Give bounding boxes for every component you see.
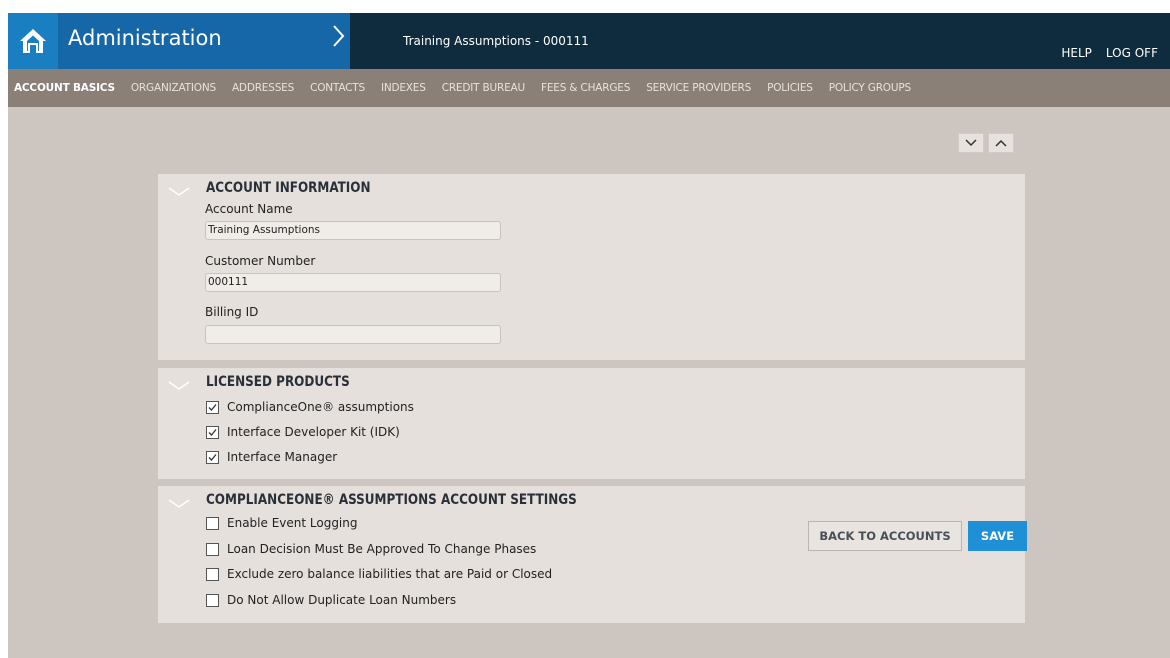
account-name-field[interactable]: Training Assumptions [205,221,501,240]
checkbox-label: Exclude zero balance liabilities that ar… [227,567,553,581]
collapse-controls [958,133,1014,153]
checkbox-label: ComplianceOne® assumptions [227,400,414,414]
setting-checkbox-row[interactable]: Exclude zero balance liabilities that ar… [206,567,552,581]
save-button[interactable]: SAVE [968,521,1027,551]
chevron-right-icon [332,21,346,58]
nav-tabs: ACCOUNT BASICS ORGANIZATIONS ADDRESSES C… [8,69,1170,107]
product-checkbox-row[interactable]: Interface Manager [206,450,337,464]
checkbox[interactable] [206,425,219,439]
checkmark-icon [208,453,217,461]
checkbox[interactable] [206,516,219,530]
setting-checkbox-row[interactable]: Loan Decision Must Be Approved To Change… [206,542,536,556]
panel-title: LICENSED PRODUCTS [206,374,350,390]
back-to-accounts-button[interactable]: BACK TO ACCOUNTS [808,521,962,551]
customer-number-label: Customer Number [205,254,316,268]
top-bar: Administration Training Assumptions - 00… [8,13,1170,69]
tab-policies[interactable]: POLICIES [759,82,821,94]
checkbox[interactable] [206,593,219,607]
tab-indexes[interactable]: INDEXES [373,82,434,94]
checkbox-label: Loan Decision Must Be Approved To Change… [227,542,537,556]
content-area: ACCOUNT INFORMATION Account Name Trainin… [8,107,1170,658]
checkbox-label: Do Not Allow Duplicate Loan Numbers [227,593,457,607]
tab-addresses[interactable]: ADDRESSES [224,82,302,94]
customer-number-field[interactable]: 000111 [205,273,501,292]
tab-contacts[interactable]: CONTACTS [302,82,373,94]
account-name-label: Account Name [205,202,293,216]
account-settings-panel: COMPLIANCEONE® ASSUMPTIONS ACCOUNT SETTI… [158,486,1025,623]
collapse-all-button[interactable] [988,133,1014,153]
breadcrumb-title: Training Assumptions - 000111 [403,34,589,48]
panel-toggle-button[interactable] [168,376,190,395]
tab-credit-bureau[interactable]: CREDIT BUREAU [434,82,533,94]
chevron-down-icon [168,187,190,196]
tab-fees-charges[interactable]: FEES & CHARGES [533,82,638,94]
expand-all-button[interactable] [958,133,984,153]
logoff-link[interactable]: LOG OFF [1106,46,1158,60]
setting-checkbox-row[interactable]: Do Not Allow Duplicate Loan Numbers [206,593,456,607]
home-icon [20,29,46,53]
panel-toggle-button[interactable] [168,494,190,513]
setting-checkbox-row[interactable]: Enable Event Logging [206,516,358,530]
billing-id-label: Billing ID [205,305,259,319]
home-button[interactable] [8,13,58,69]
licensed-products-panel: LICENSED PRODUCTS ComplianceOne® assumpt… [158,368,1025,479]
checkmark-icon [208,428,217,436]
top-links: HELP LOG OFF [1061,46,1158,60]
tab-service-providers[interactable]: SERVICE PROVIDERS [638,82,759,94]
tab-account-basics[interactable]: ACCOUNT BASICS [8,82,123,94]
checkbox[interactable] [206,400,219,414]
checkbox-label: Enable Event Logging [227,516,358,530]
chevron-down-icon [965,139,977,147]
account-information-panel: ACCOUNT INFORMATION Account Name Trainin… [158,174,1025,360]
checkbox-label: Interface Developer Kit (IDK) [227,425,400,439]
chevron-down-icon [168,499,190,508]
checkbox-label: Interface Manager [227,450,338,464]
panel-title: ACCOUNT INFORMATION [206,180,371,196]
chevron-up-icon [995,139,1007,147]
app-title-block[interactable]: Administration [58,13,350,69]
help-link[interactable]: HELP [1061,46,1092,60]
panel-title: COMPLIANCEONE® ASSUMPTIONS ACCOUNT SETTI… [206,492,577,508]
tab-policy-groups[interactable]: POLICY GROUPS [821,82,919,94]
checkbox[interactable] [206,542,219,556]
product-checkbox-row[interactable]: ComplianceOne® assumptions [206,400,414,414]
checkmark-icon [208,403,217,411]
chevron-down-icon [168,381,190,390]
app-title: Administration [68,26,222,50]
checkbox[interactable] [206,450,219,464]
panel-toggle-button[interactable] [168,182,190,201]
product-checkbox-row[interactable]: Interface Developer Kit (IDK) [206,425,400,439]
tab-organizations[interactable]: ORGANIZATIONS [123,82,224,94]
checkbox[interactable] [206,567,219,581]
billing-id-field[interactable] [205,325,501,344]
